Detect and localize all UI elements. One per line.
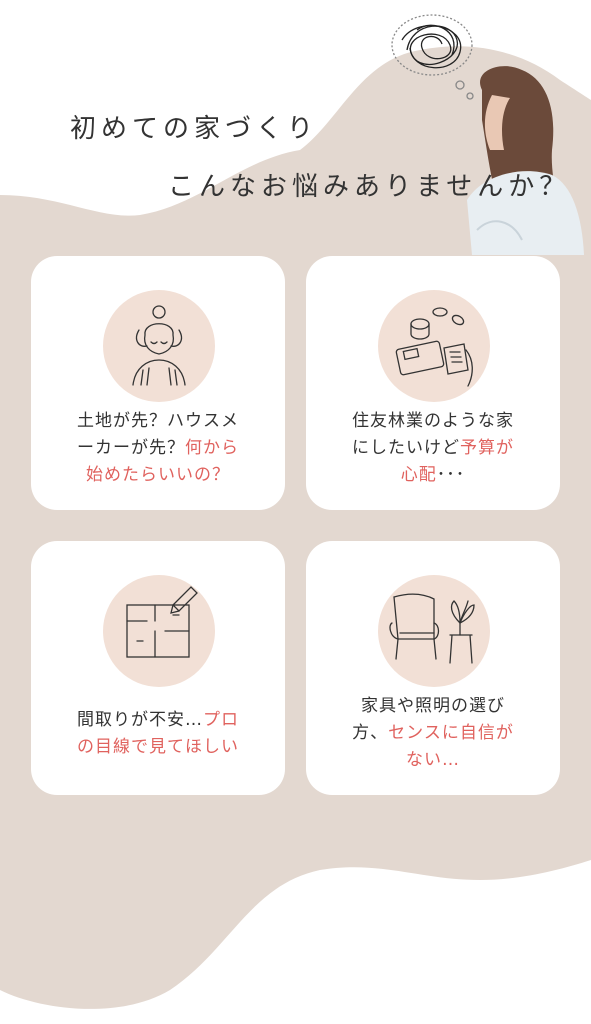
concern-card-budget[interactable]: 住友林業のような家 にしたいけど予算が 心配･･･ [306, 256, 560, 510]
icon-circle [378, 290, 490, 402]
icon-circle [103, 290, 215, 402]
highlight-text: 始めたらいいの？ [86, 465, 230, 485]
concern-card-land-or-builder[interactable]: 土地が先？ハウスメ ーカーが先？何から 始めたらいいの？ [31, 256, 285, 510]
highlight-text: の目線で見てほしい [77, 737, 239, 757]
concern-text: 間取りが不安…プロの目線で見てほしい [31, 707, 285, 761]
heading-line1: 初めての家づくり [70, 114, 319, 144]
plain-text: 間取りが不安… [77, 710, 203, 730]
scribble-thought-icon [391, 14, 474, 100]
concern-text-line: 間取りが不安…プロ [31, 707, 285, 734]
highlight-text: 何から [185, 438, 239, 458]
concern-card-floor-plan[interactable]: 間取りが不安…プロの目線で見てほしい [31, 541, 285, 795]
calculator-coins-icon [395, 307, 473, 387]
icon-circle [378, 575, 490, 687]
icon-circle [103, 575, 215, 687]
concern-text: 土地が先？ハウスメ ーカーが先？何から 始めたらいいの？ [31, 408, 285, 489]
highlight-text: 心配 [400, 465, 437, 485]
concern-text-line: の目線で見てほしい [31, 734, 285, 761]
floor-plan-pencil-icon [126, 586, 198, 658]
heading-line2: こんなお悩みありませんか？ [168, 172, 571, 202]
highlight-text: 予算が [460, 438, 514, 458]
concern-text: 家具や照明の選び方、センスに自信がない… [306, 693, 560, 774]
plain-text: 方、 [352, 723, 389, 743]
concern-text-line: ーカーが先？何から [31, 435, 285, 462]
stressed-woman-icon [132, 305, 186, 386]
worried-woman-photo [391, 14, 584, 255]
concern-text-line: 住友林業のような家 [306, 408, 560, 435]
highlight-text: プロ [203, 710, 239, 730]
plain-text: にしたいけど [352, 438, 460, 458]
armchair-plant-icon [389, 593, 475, 664]
concern-text-line: 始めたらいいの？ [31, 462, 285, 489]
concern-text-line: 方、センスに自信が [306, 720, 560, 747]
concern-text-line: 心配･･･ [306, 462, 560, 489]
concern-card-interior-sense[interactable]: 家具や照明の選び方、センスに自信がない… [306, 541, 560, 795]
plain-text: 家具や照明の選び [361, 696, 505, 716]
concern-text-line: にしたいけど予算が [306, 435, 560, 462]
highlight-text: センスに自信が [388, 723, 514, 743]
plain-text: ･･･ [436, 465, 466, 485]
plain-text: ーカーが先？ [77, 438, 185, 458]
plain-text: 住友林業のような家 [352, 411, 514, 431]
concern-text: 住友林業のような家 にしたいけど予算が 心配･･･ [306, 408, 560, 489]
concern-text-line: 家具や照明の選び [306, 693, 560, 720]
concern-text-line: 土地が先？ハウスメ [31, 408, 285, 435]
concern-text-line: ない… [306, 747, 560, 774]
highlight-text: ない… [406, 750, 460, 770]
plain-text: 土地が先？ハウスメ [77, 411, 239, 431]
